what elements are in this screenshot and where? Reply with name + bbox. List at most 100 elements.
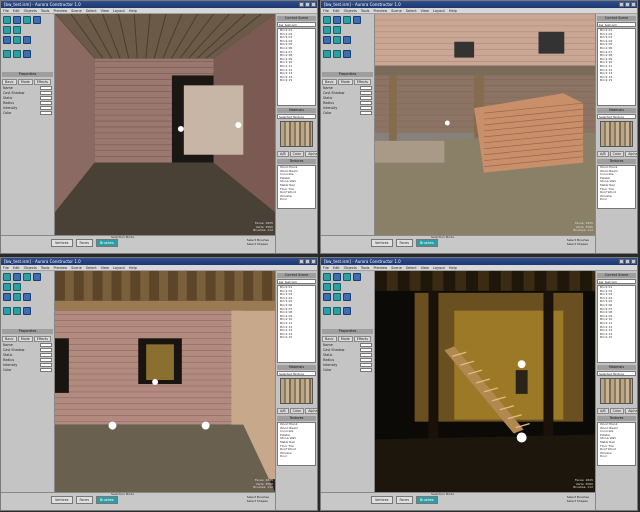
texture-list-b[interactable]: Wood Plank Wood Beam Concrete Plaster Stone … <box>277 422 316 466</box>
vertex-tool-icon[interactable] <box>343 50 351 58</box>
layer-button[interactable]: A/B <box>597 151 609 157</box>
light-tool-icon[interactable] <box>13 283 21 291</box>
property-field[interactable] <box>360 100 372 105</box>
selection-option[interactable]: Select Shapes <box>247 242 269 246</box>
texture-list-b[interactable]: Wood Plank Wood Beam Concrete Plaster Stone … <box>277 165 316 209</box>
camera-tool-icon[interactable] <box>3 36 11 44</box>
close-button[interactable] <box>311 2 316 7</box>
menu-item[interactable]: View <box>101 8 109 13</box>
scene-name-field[interactable]: bw_test.ism <box>597 22 636 27</box>
menu-item[interactable]: Preview <box>54 8 68 13</box>
menu-item[interactable]: Layout <box>113 265 125 270</box>
camera-tool-icon[interactable] <box>323 36 331 44</box>
minimize-button[interactable] <box>619 259 624 264</box>
close-button[interactable] <box>311 259 316 264</box>
minimize-button[interactable] <box>299 259 304 264</box>
selection-mode-button[interactable]: Brushes <box>415 496 438 504</box>
selection-mode-button[interactable]: Faces <box>75 239 93 247</box>
property-field[interactable] <box>40 105 52 110</box>
selection-option[interactable]: Select Shapes <box>567 242 589 246</box>
menu-item[interactable]: Select <box>406 265 417 270</box>
rotate-tool-icon[interactable] <box>13 273 21 281</box>
layer-button[interactable]: Alpha <box>305 408 317 414</box>
list-item[interactable]: Door <box>598 455 635 459</box>
selection-mode-button[interactable]: Brushes <box>95 239 118 247</box>
layer-button[interactable]: Color <box>609 151 625 157</box>
menu-item[interactable]: Objects <box>24 8 37 13</box>
menu-item[interactable]: Objects <box>344 8 357 13</box>
select-tool-icon[interactable] <box>353 16 361 24</box>
scene-name-field[interactable]: bw_test.ism <box>277 279 316 284</box>
camera-tool-icon[interactable] <box>3 293 11 301</box>
menu-item[interactable]: Objects <box>24 265 37 270</box>
selected-texture-field[interactable]: Selected Texture <box>277 114 316 119</box>
properties-tab[interactable]: Mode <box>337 336 353 342</box>
menu-item[interactable]: Preview <box>374 8 388 13</box>
move-tool-icon[interactable] <box>3 273 11 281</box>
menu-item[interactable]: Tools <box>41 265 50 270</box>
entity-tool-icon[interactable] <box>13 36 21 44</box>
property-field[interactable] <box>40 352 52 357</box>
clip-tool-icon[interactable] <box>13 307 21 315</box>
terrain-tool-icon[interactable] <box>23 36 31 44</box>
list-item[interactable]: Brick 15 <box>598 79 635 83</box>
property-field[interactable] <box>360 352 372 357</box>
texture-tool-icon[interactable] <box>323 307 331 315</box>
property-field[interactable] <box>40 362 52 367</box>
menu-item[interactable]: Layout <box>433 265 445 270</box>
menu-item[interactable]: Preview <box>374 265 388 270</box>
selection-mode-button[interactable]: Vertices <box>51 239 73 247</box>
layer-button[interactable]: A/B <box>597 408 609 414</box>
menu-item[interactable]: File <box>323 265 329 270</box>
menu-item[interactable]: Select <box>86 8 97 13</box>
rotate-tool-icon[interactable] <box>333 16 341 24</box>
layer-button[interactable]: Color <box>289 151 305 157</box>
menu-item[interactable]: Help <box>449 265 457 270</box>
property-field[interactable] <box>40 367 52 372</box>
maximize-button[interactable] <box>305 2 310 7</box>
property-field[interactable] <box>360 105 372 110</box>
selection-mode-button[interactable]: Vertices <box>371 496 393 504</box>
menu-item[interactable]: File <box>3 265 9 270</box>
menu-item[interactable]: View <box>101 265 109 270</box>
close-button[interactable] <box>631 2 636 7</box>
texture-list-b[interactable]: Wood Plank Wood Beam Concrete Plaster Stone … <box>597 422 636 466</box>
maximize-button[interactable] <box>305 259 310 264</box>
property-field[interactable] <box>40 342 52 347</box>
menu-item[interactable]: Edit <box>13 265 20 270</box>
menu-item[interactable]: Scene <box>391 8 402 13</box>
texture-list-b[interactable]: Wood Plank Wood Beam Concrete Plaster Stone … <box>597 165 636 209</box>
brush-tool-icon[interactable] <box>323 283 331 291</box>
entity-tool-icon[interactable] <box>13 293 21 301</box>
menu-item[interactable]: Tools <box>361 265 370 270</box>
menu-item[interactable]: Preview <box>54 265 68 270</box>
3d-viewport[interactable]: Faces: 1845 Verts: 3560 Brushes: 112 <box>375 14 595 235</box>
properties-tab[interactable]: Effects <box>33 79 51 85</box>
maximize-button[interactable] <box>625 259 630 264</box>
terrain-tool-icon[interactable] <box>23 293 31 301</box>
scale-tool-icon[interactable] <box>343 273 351 281</box>
brush-tool-icon[interactable] <box>3 26 11 34</box>
menu-item[interactable]: Edit <box>13 8 20 13</box>
menu-item[interactable]: File <box>3 8 9 13</box>
clip-tool-icon[interactable] <box>333 307 341 315</box>
selection-mode-button[interactable]: Faces <box>395 239 413 247</box>
selection-mode-button[interactable]: Brushes <box>95 496 118 504</box>
property-field[interactable] <box>40 100 52 105</box>
scene-name-field[interactable]: bw_test.ism <box>277 22 316 27</box>
camera-tool-icon[interactable] <box>323 293 331 301</box>
properties-tab[interactable]: Basic <box>2 79 17 85</box>
property-field[interactable] <box>360 90 372 95</box>
selection-mode-button[interactable]: Brushes <box>415 239 438 247</box>
list-item[interactable]: Door <box>598 198 635 202</box>
menu-item[interactable]: Help <box>129 8 137 13</box>
scale-tool-icon[interactable] <box>343 16 351 24</box>
scene-name-field[interactable]: bw_test.ism <box>597 279 636 284</box>
move-tool-icon[interactable] <box>323 273 331 281</box>
selected-texture-field[interactable]: Selected Texture <box>597 114 636 119</box>
selected-texture-field[interactable]: Selected Texture <box>597 371 636 376</box>
property-field[interactable] <box>40 357 52 362</box>
menu-item[interactable]: View <box>421 265 429 270</box>
menu-item[interactable]: Scene <box>391 265 402 270</box>
rotate-tool-icon[interactable] <box>333 273 341 281</box>
